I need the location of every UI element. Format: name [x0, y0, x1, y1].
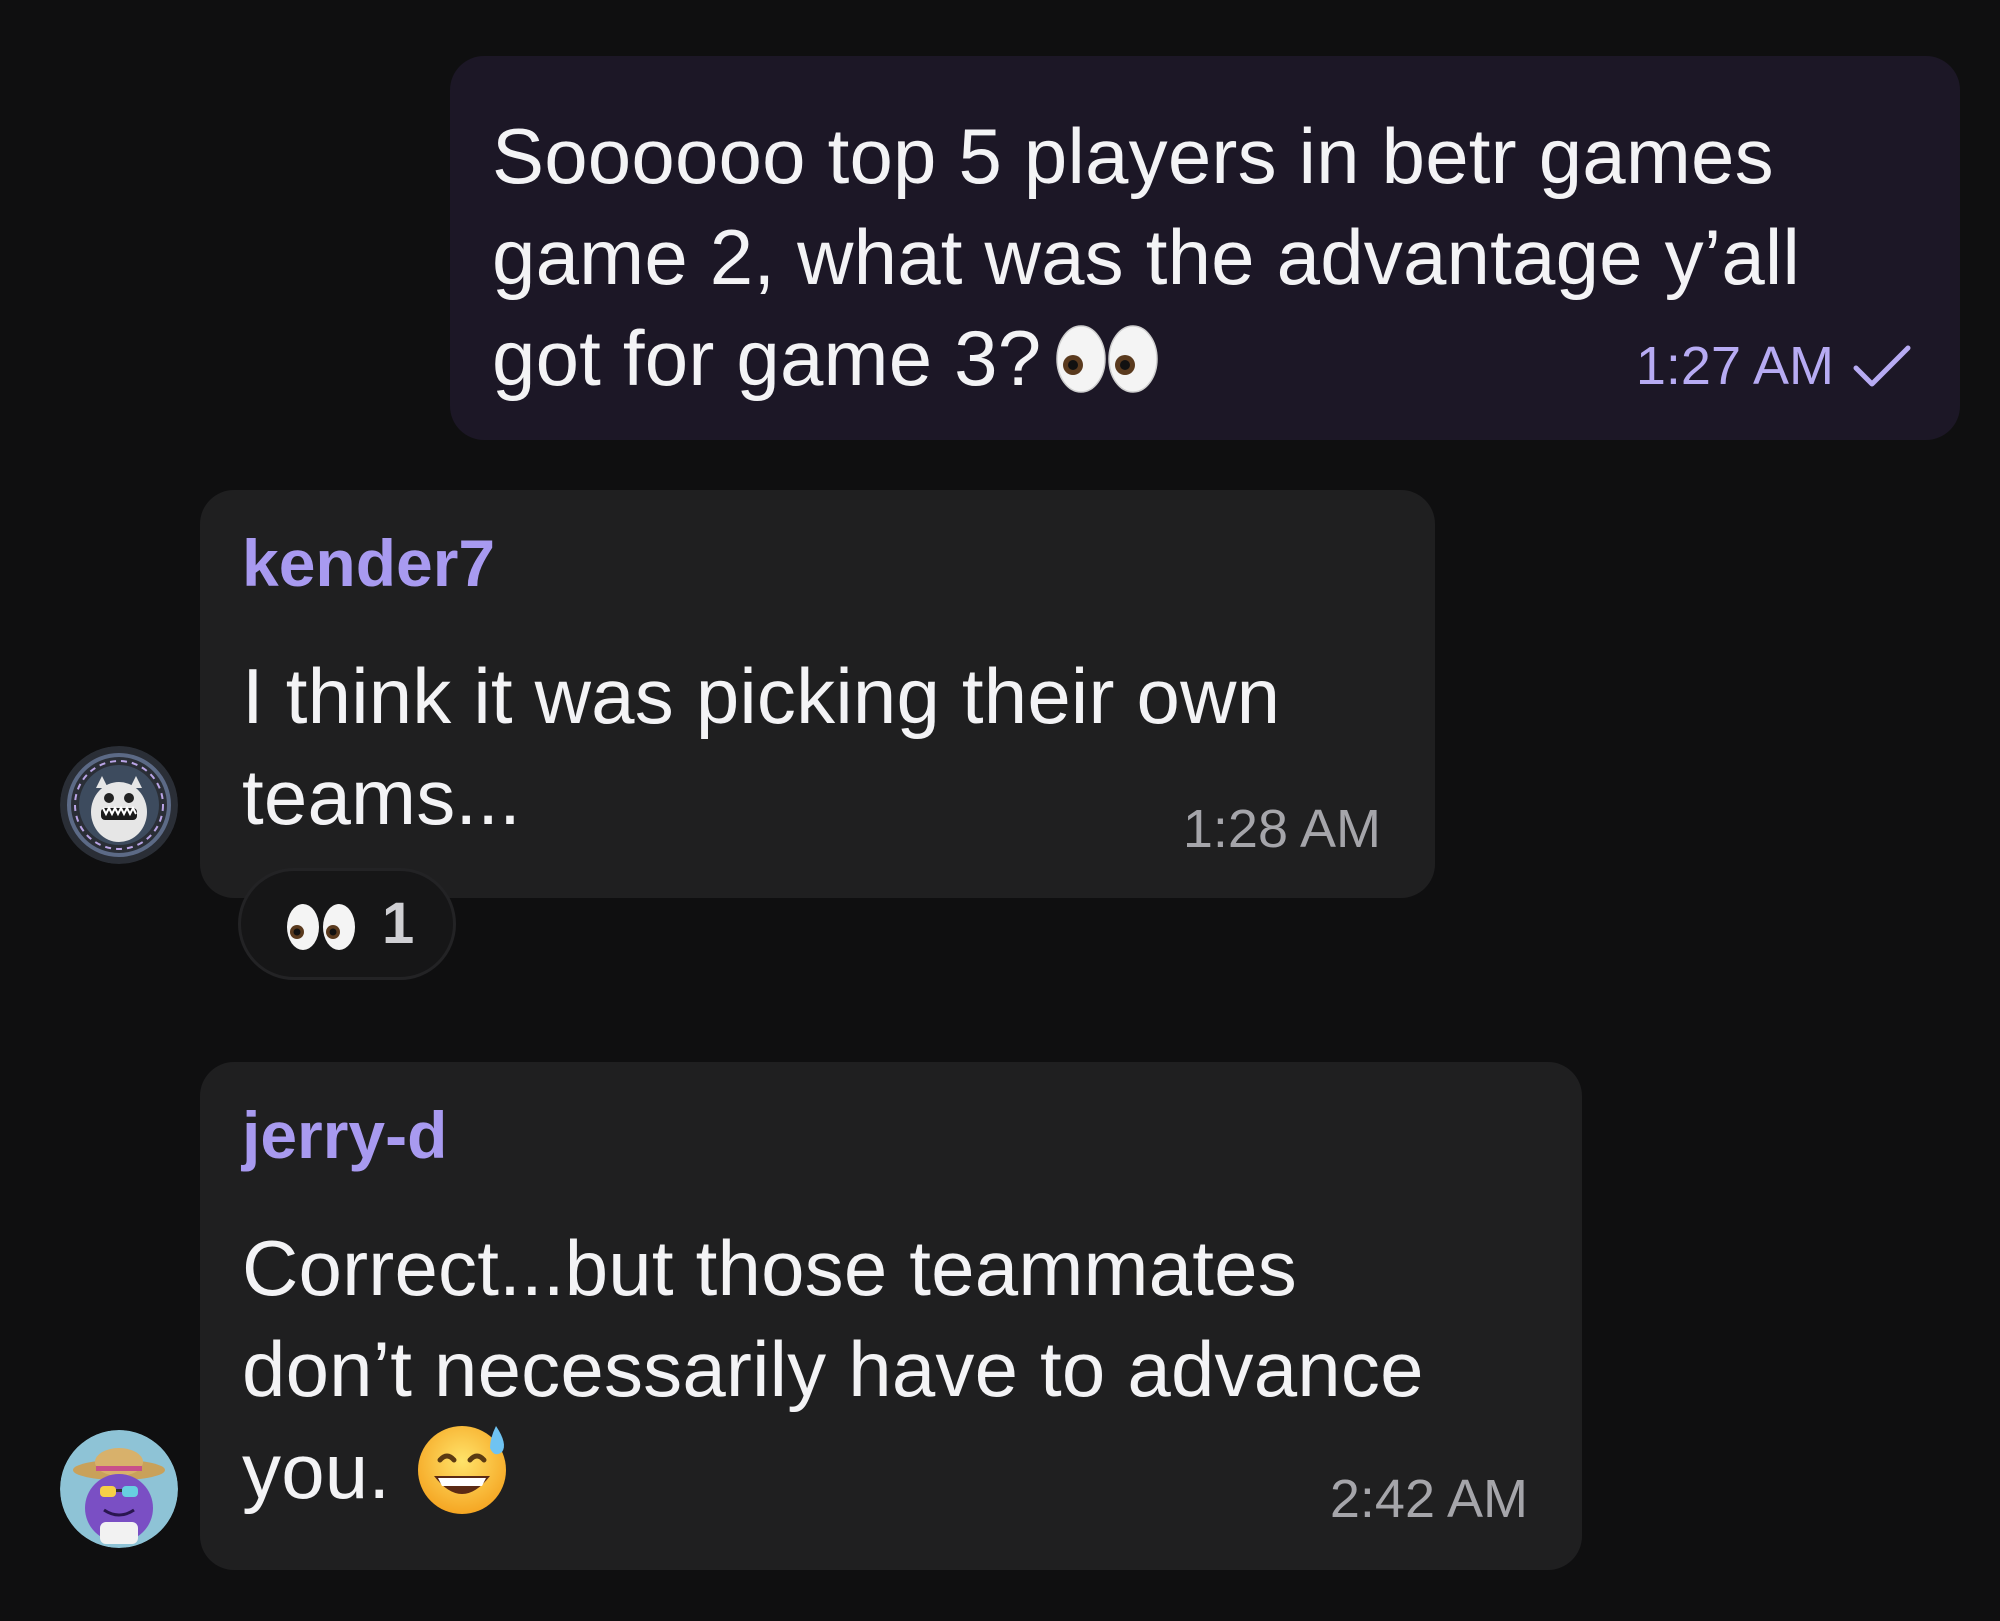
eyes-emoji-icon [287, 904, 355, 950]
message-time: 1:27 AM [1635, 336, 1834, 396]
incoming-message-bubble[interactable]: jerry-d Correct...but those teammates do… [200, 1062, 1582, 1570]
message-time: 1:28 AM [1182, 799, 1381, 859]
kender7-avatar[interactable] [60, 746, 178, 864]
incoming-message-bubble[interactable]: kender7 I think it was picking their own… [200, 490, 1435, 898]
purple-creature-avatar-icon [60, 1430, 178, 1548]
reaction-count: 1 [382, 891, 415, 956]
chat-thread: Soooooo top 5 players in betr games game… [0, 0, 2000, 1621]
monster-avatar-icon [60, 746, 178, 864]
jerry-d-avatar[interactable] [60, 1430, 178, 1548]
sender-name[interactable]: kender7 [242, 528, 1383, 598]
sent-check-icon [1853, 345, 1911, 387]
message-time: 2:42 AM [1329, 1469, 1528, 1529]
outgoing-message-bubble[interactable]: Soooooo top 5 players in betr games game… [450, 56, 1960, 440]
reaction-pill[interactable]: 1 [238, 868, 456, 980]
grinning-sweat-emoji-icon [418, 1426, 507, 1514]
sender-name[interactable]: jerry-d [242, 1100, 1530, 1170]
eyes-emoji-icon [1056, 325, 1159, 393]
